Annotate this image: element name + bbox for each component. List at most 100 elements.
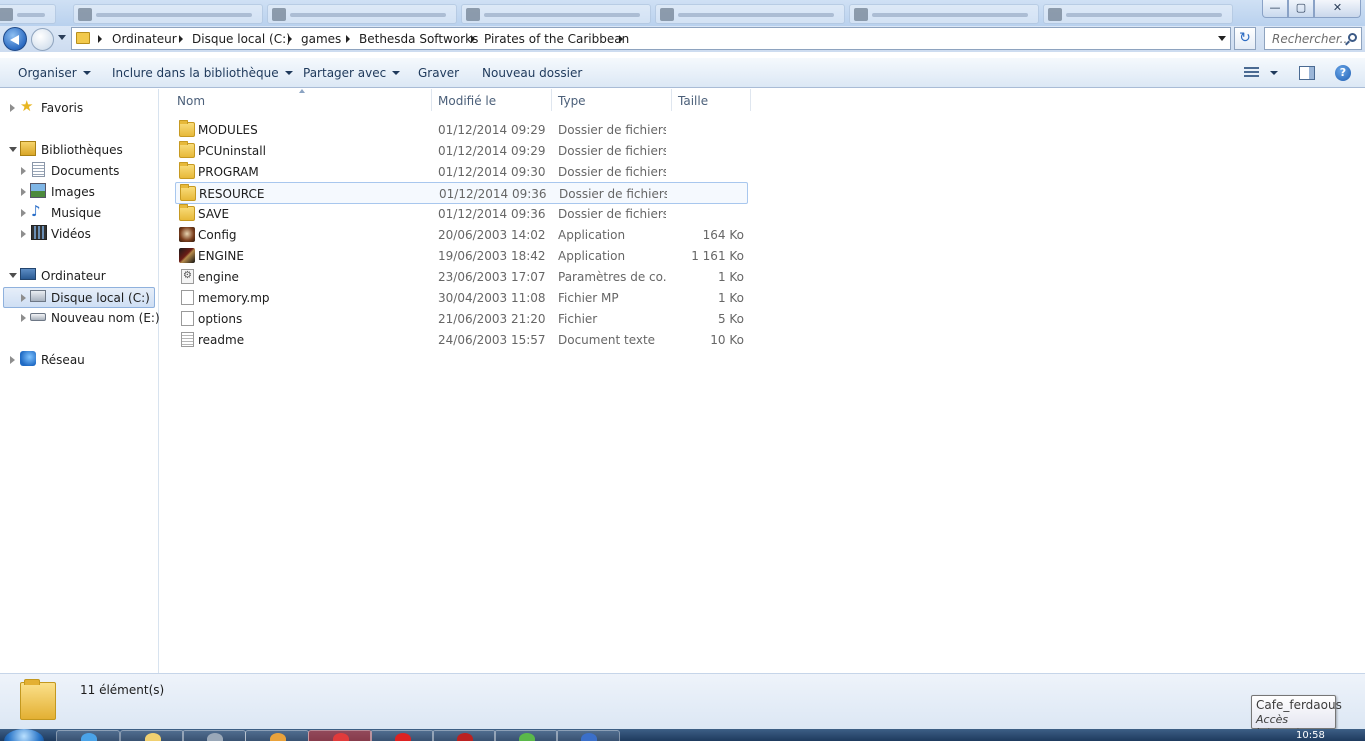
blurred-tab[interactable] [655,4,845,24]
share-with-button[interactable]: Partager avec [303,66,401,80]
expand-arrow-icon[interactable] [21,167,26,175]
blurred-tab[interactable] [73,4,263,24]
taskbar-button[interactable] [556,730,620,741]
new-folder-button[interactable]: Nouveau dossier [482,66,582,80]
folder-icon [179,141,195,158]
nav-computer[interactable]: Ordinateur [4,266,154,285]
address-bar[interactable]: Ordinateur Disque local (C:) games Bethe… [71,27,1231,50]
file-size: 1 Ko [717,291,744,305]
nav-local-disk[interactable]: Disque local (C:) [3,287,155,308]
breadcrumb-separator-icon[interactable] [471,35,475,43]
nav-libraries[interactable]: Bibliothèques [4,140,154,159]
back-arrow-icon[interactable] [3,27,27,51]
blurred-tab[interactable] [1043,4,1233,24]
blurred-tab[interactable] [461,4,651,24]
column-divider[interactable] [551,89,552,111]
close-button[interactable]: ✕ [1314,0,1361,18]
file-row[interactable]: Config 20/06/2003 14:02 Application 164 … [175,225,748,245]
nav-network[interactable]: Réseau [4,350,154,369]
forward-arrow-icon[interactable] [31,28,54,51]
view-dropdown-icon[interactable] [1270,71,1278,75]
preview-pane-icon[interactable] [1299,66,1315,80]
collapse-arrow-icon[interactable] [9,273,17,278]
recent-pages-chevron-icon[interactable] [58,35,66,40]
expand-arrow-icon[interactable] [21,230,26,238]
file-row[interactable]: PCUninstall 01/12/2014 09:29 Dossier de … [175,141,748,161]
taskbar-button[interactable] [370,730,434,741]
taskbar-button[interactable] [432,730,496,741]
expand-arrow-icon[interactable] [10,356,15,364]
expand-arrow-icon[interactable] [21,294,26,302]
expand-arrow-icon[interactable] [21,188,26,196]
breadcrumb-bethesda[interactable]: Bethesda Softworks [359,32,478,46]
nav-favorites[interactable]: ★ Favoris [4,98,154,117]
collapse-arrow-icon[interactable] [9,147,17,152]
file-row[interactable]: MODULES 01/12/2014 09:29 Dossier de fich… [175,120,748,140]
include-library-label: Inclure dans la bibliothèque [112,66,279,80]
column-header-name[interactable]: Nom [177,94,205,108]
view-options-icon[interactable] [1244,67,1259,79]
breadcrumb-games[interactable]: games [301,32,341,46]
file-row[interactable]: options 21/06/2003 21:20 Fichier 5 Ko [175,309,748,329]
taskbar-button[interactable] [494,730,558,741]
blurred-tab[interactable] [849,4,1039,24]
file-row[interactable]: PROGRAM 01/12/2014 09:30 Dossier de fich… [175,162,748,182]
breadcrumb-separator-icon[interactable] [619,35,623,43]
file-row[interactable]: engine 23/06/2003 17:07 Paramètres de co… [175,267,748,287]
column-header-modified[interactable]: Modifié le [438,94,496,108]
breadcrumb-separator-icon[interactable] [346,35,350,43]
nav-videos[interactable]: Vidéos [4,224,154,243]
search-icon[interactable] [1348,33,1357,42]
search-input[interactable]: Rechercher... [1264,27,1362,50]
column-header-type[interactable]: Type [558,94,586,108]
expand-arrow-icon[interactable] [21,209,26,217]
minimize-button[interactable]: — [1262,0,1288,18]
file-modified: 01/12/2014 09:36 [439,187,547,201]
column-header-size[interactable]: Taille [678,94,708,108]
file-name: SAVE [198,207,230,221]
blurred-tab[interactable] [0,4,56,24]
breadcrumb-ordinateur[interactable]: Ordinateur [112,32,177,46]
music-note-icon: ♪ [31,202,41,220]
breadcrumb-separator-icon[interactable] [179,35,183,43]
nav-new-volume[interactable]: Nouveau nom (E:) [4,308,160,327]
column-divider[interactable] [671,89,672,111]
taskbar-button[interactable] [245,730,309,741]
taskbar-button[interactable] [56,730,120,741]
help-icon[interactable]: ? [1335,65,1351,81]
address-dropdown-icon[interactable] [1218,36,1226,41]
taskbar-button[interactable] [308,730,372,741]
taskbar-button[interactable] [182,730,246,741]
file-size: 1 Ko [717,270,744,284]
taskbar-button[interactable] [120,730,184,741]
file-row[interactable]: memory.mp 30/04/2003 11:08 Fichier MP 1 … [175,288,748,308]
breadcrumb-local-disk[interactable]: Disque local (C:) [192,32,291,46]
file-row[interactable]: readme 24/06/2003 15:57 Document texte 1… [175,330,748,350]
breadcrumb-pirates[interactable]: Pirates of the Caribbean [484,32,629,46]
refresh-button[interactable]: ↻ [1234,27,1256,50]
taskbar-clock[interactable]: 10:58 [1296,730,1325,741]
file-row[interactable]: ENGINE 19/06/2003 18:42 Application 1 16… [175,246,748,266]
column-divider[interactable] [750,89,751,111]
folder-icon [180,184,196,201]
engine-app-icon [179,248,195,263]
file-row[interactable]: SAVE 01/12/2014 09:36 Dossier de fichier… [175,204,748,224]
column-divider[interactable] [431,89,432,111]
file-name: engine [198,270,239,284]
blurred-tab[interactable] [267,4,457,24]
expand-arrow-icon[interactable] [10,104,15,112]
file-row[interactable]: RESOURCE 01/12/2014 09:36 Dossier de fic… [175,182,748,204]
breadcrumb-separator-icon[interactable] [98,35,102,43]
maximize-button[interactable]: ▢ [1288,0,1314,18]
nav-images[interactable]: Images [4,182,154,201]
blank-file-icon [181,290,194,305]
expand-arrow-icon[interactable] [21,314,26,322]
organize-button[interactable]: Organiser [18,66,91,80]
include-library-button[interactable]: Inclure dans la bibliothèque [112,66,293,80]
breadcrumb-separator-icon[interactable] [288,35,292,43]
nav-music[interactable]: ♪ Musique [4,203,154,222]
start-button[interactable] [4,729,44,741]
nav-documents[interactable]: Documents [4,161,154,180]
burn-button[interactable]: Graver [418,66,459,80]
search-placeholder: Rechercher... [1272,32,1352,46]
